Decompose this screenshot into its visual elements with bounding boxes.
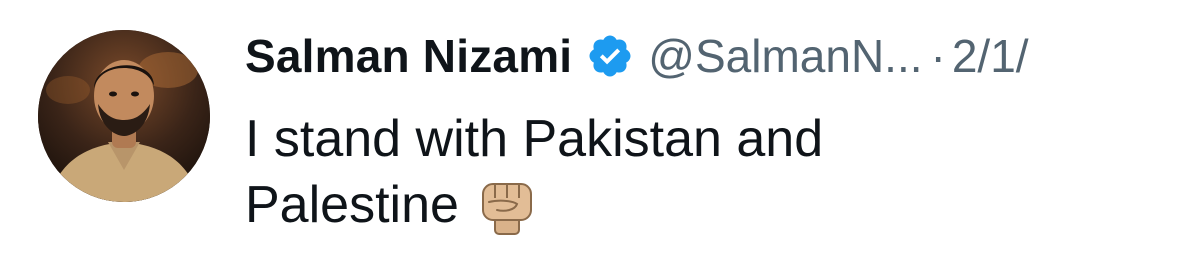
- raised-fist-icon: [475, 172, 539, 236]
- tweet-text-line-2-text: Palestine: [245, 176, 459, 234]
- verified-badge-icon: [586, 32, 634, 80]
- tweet-text-line-2: Palestine: [245, 172, 1145, 240]
- tweet-text-line-1: I stand with Pakistan and: [245, 110, 824, 168]
- author-handle[interactable]: @SalmanN...: [648, 29, 922, 83]
- profile-photo-icon: [38, 30, 210, 202]
- author-display-name[interactable]: Salman Nizami: [245, 29, 572, 83]
- tweet-card[interactable]: Salman Nizami @SalmanN... · 2/1/ I stand…: [0, 0, 1200, 275]
- separator-dot: ·: [930, 30, 946, 82]
- tweet-date[interactable]: 2/1/: [952, 29, 1029, 83]
- tweet-text: I stand with Pakistan and Palestine: [245, 106, 1145, 240]
- tweet-header: Salman Nizami @SalmanN... · 2/1/: [245, 26, 1200, 86]
- author-avatar[interactable]: [38, 30, 210, 202]
